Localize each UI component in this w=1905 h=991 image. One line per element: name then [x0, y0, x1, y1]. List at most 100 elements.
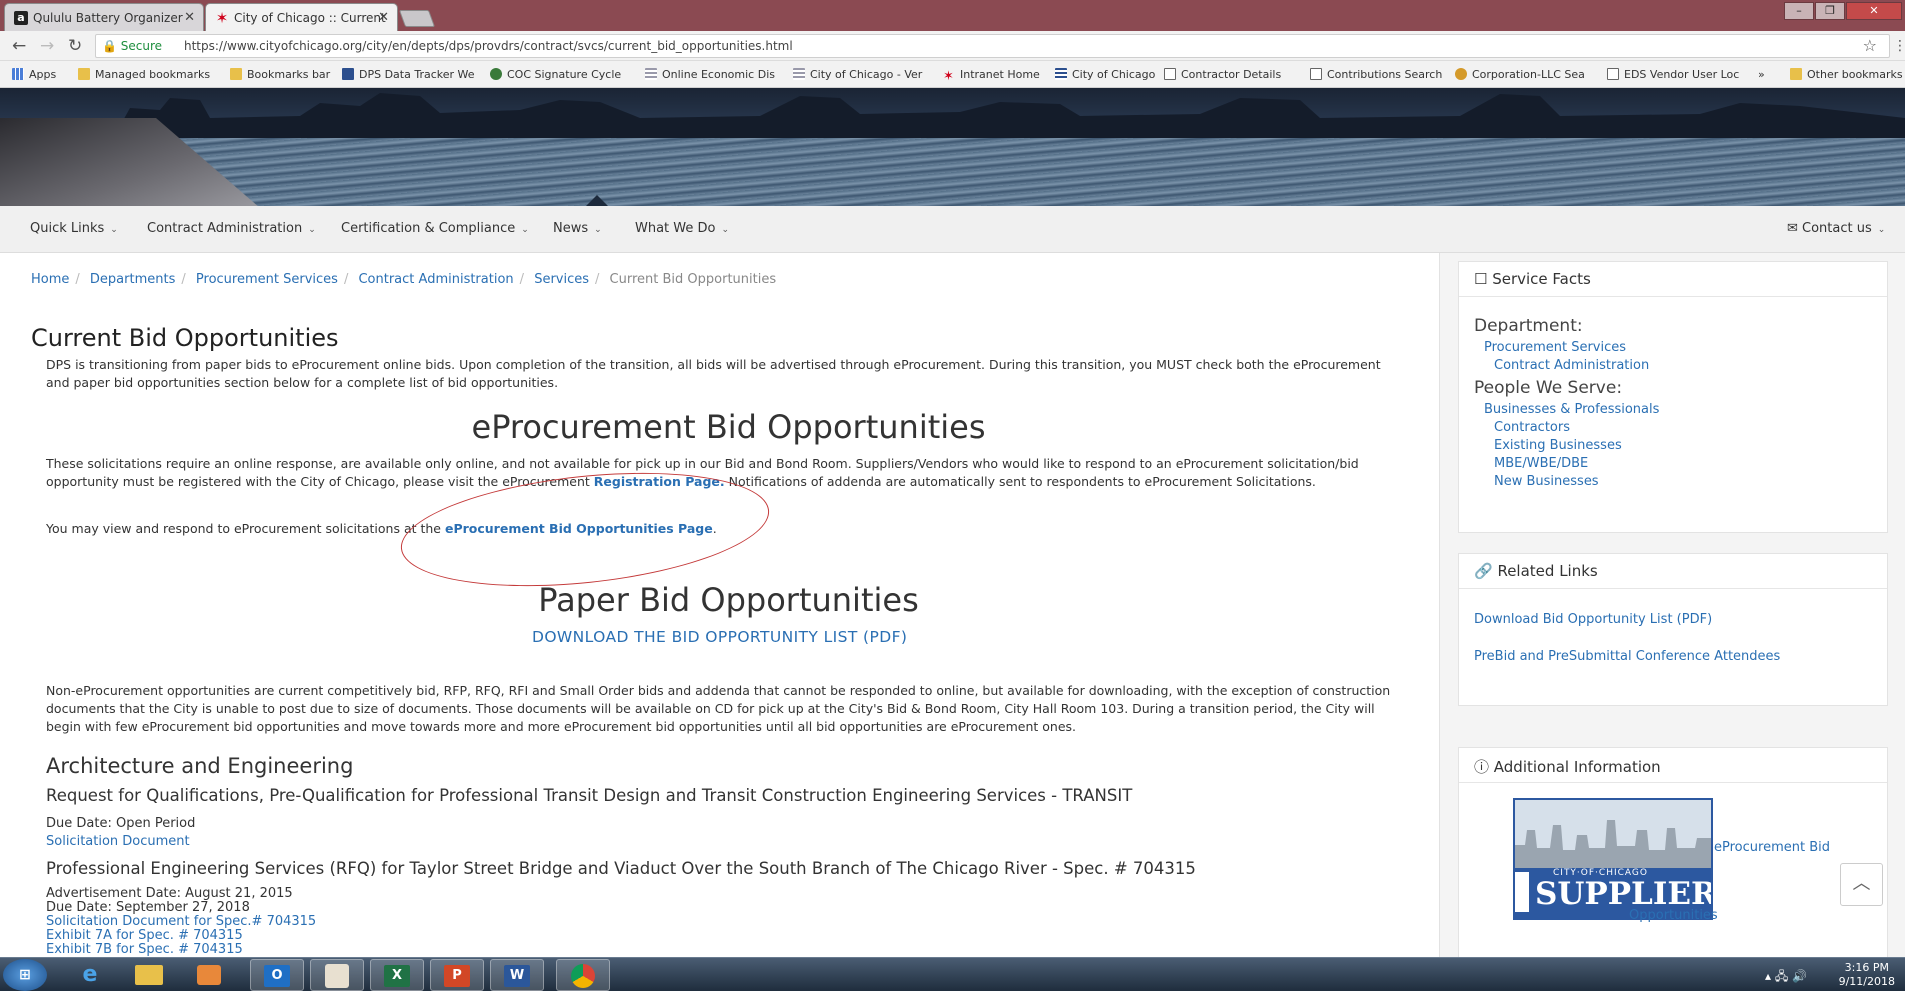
nav-what-we-do[interactable]: What We Do ⌄ [635, 221, 729, 236]
back-arrow-icon[interactable]: ← [12, 36, 26, 56]
opportunities-sidebar-link[interactable]: Opportunities [1629, 908, 1718, 923]
nav-certification-compliance[interactable]: Certification & Compliance ⌄ [341, 221, 529, 236]
nav-news[interactable]: News ⌄ [553, 221, 602, 236]
dept-link-contract-admin[interactable]: Contract Administration [1494, 358, 1649, 373]
windows-taskbar: ⊞ e O X P W ▴ 🖧 🔊 3:16 PM 9/11/2018 [0, 957, 1905, 991]
forward-arrow-icon[interactable]: → [40, 36, 54, 56]
breadcrumb-current: Current Bid Opportunities [609, 272, 777, 287]
breadcrumb-services[interactable]: Services [534, 272, 589, 287]
people-link-businesses[interactable]: Businesses & Professionals [1484, 402, 1659, 417]
breadcrumb-departments[interactable]: Departments [90, 272, 175, 287]
tray-icons[interactable]: ▴ 🖧 🔊 [1765, 967, 1807, 988]
bookmark-corporation[interactable]: Corporation-LLC Sea [1455, 68, 1585, 81]
taskbar-chrome[interactable] [556, 959, 610, 991]
outlook-icon: O [264, 965, 290, 987]
eprocurement-bid-sidebar-link[interactable]: eProcurement Bid [1714, 840, 1830, 855]
breadcrumb-procurement[interactable]: Procurement Services [196, 272, 338, 287]
sidebar: ☐ Service Facts Department: Procurement … [1440, 253, 1905, 962]
breadcrumb-home[interactable]: Home [31, 272, 69, 287]
taskbar-ie[interactable]: e [63, 959, 117, 991]
dept-link-procurement[interactable]: Procurement Services [1484, 340, 1626, 355]
lake-water [0, 138, 1905, 206]
related-link-download-pdf[interactable]: Download Bid Opportunity List (PDF) [1474, 612, 1712, 627]
bookmark-other[interactable]: Other bookmarks [1790, 68, 1903, 81]
close-tab-icon[interactable]: ✕ [184, 10, 195, 25]
bookmark-online-economic[interactable]: Online Economic Dis [645, 68, 775, 81]
item-taylor-solicitation-link[interactable]: Solicitation Document for Spec.# 704315 [46, 915, 316, 929]
url-text[interactable]: https://www.cityofchicago.org/city/en/de… [184, 35, 793, 57]
chevron-down-icon: ⌄ [110, 225, 118, 235]
word-icon: W [504, 965, 530, 987]
item-taylor-exhibit-7b-link[interactable]: Exhibit 7B for Spec. # 704315 [46, 943, 243, 957]
start-button[interactable]: ⊞ [3, 959, 47, 991]
bookmarks-bar: Apps Managed bookmarks Bookmarks bar DPS… [0, 61, 1905, 88]
nav-contact-us[interactable]: ✉ Contact us ⌄ [1787, 221, 1885, 236]
back-to-top-button[interactable]: ︿ [1840, 863, 1883, 906]
bookmark-overflow[interactable]: » [1758, 68, 1765, 81]
city-icon [1055, 68, 1067, 80]
internet-explorer-icon: e [82, 962, 98, 987]
people-link-contractors[interactable]: Contractors [1494, 420, 1570, 435]
close-window-button[interactable]: ✕ [1846, 2, 1902, 20]
people-label: People We Serve: [1474, 378, 1623, 398]
bookmark-managed[interactable]: Managed bookmarks [78, 68, 210, 81]
bookmark-star-icon[interactable]: ☆ [1863, 35, 1877, 57]
apps-grid-icon [12, 68, 24, 80]
taskbar-powerpoint[interactable]: P [430, 959, 484, 991]
registration-page-link[interactable]: Registration Page. [594, 474, 725, 489]
taskbar-clock[interactable]: 3:16 PM 9/11/2018 [1839, 961, 1895, 989]
bookmark-intranet[interactable]: ✶ Intranet Home [943, 68, 1040, 83]
bookmark-coc[interactable]: COC Signature Cycle [490, 68, 621, 81]
close-tab-icon[interactable]: ✕ [378, 10, 389, 25]
nav-contract-administration[interactable]: Contract Administration ⌄ [147, 221, 316, 236]
chevron-down-icon: ⌄ [521, 225, 529, 235]
bookmark-eds[interactable]: EDS Vendor User Loc [1607, 68, 1739, 81]
item-taylor-exhibit-7a-link[interactable]: Exhibit 7A for Spec. # 704315 [46, 929, 243, 943]
page-title: Current Bid Opportunities [31, 324, 339, 352]
section-architecture-engineering: Architecture and Engineering [46, 754, 354, 778]
bookmark-contributions[interactable]: Contributions Search [1310, 68, 1442, 81]
taskbar-explorer[interactable] [122, 959, 176, 991]
people-link-new[interactable]: New Businesses [1494, 474, 1599, 489]
breadcrumb: Home / Departments / Procurement Services /… [31, 272, 777, 287]
bookmark-city[interactable]: City of Chicago [1055, 68, 1155, 81]
address-bar-row: ← → ↻ 🔒 Secure https://www.cityofchicago… [0, 31, 1905, 61]
additional-info-card: ⓘ Additional Information CITY·OF·CHICAGO… [1458, 747, 1888, 962]
maximize-button[interactable]: ❐ [1815, 2, 1845, 20]
url-omnibox[interactable]: 🔒 Secure https://www.cityofchicago.org/c… [95, 34, 1890, 58]
bookmark-apps[interactable]: Apps [12, 68, 56, 81]
page-icon [1164, 68, 1176, 80]
bookmark-bar-folder[interactable]: Bookmarks bar [230, 68, 330, 81]
bookmark-dps[interactable]: DPS Data Tracker We [342, 68, 475, 81]
taskbar-media[interactable] [182, 959, 236, 991]
minimize-button[interactable]: – [1784, 2, 1814, 20]
tab-qululu[interactable]: a Qululu Battery Organizer ✕ [4, 3, 204, 31]
eprocurement-heading: eProcurement Bid Opportunities [471, 408, 986, 446]
taskbar-excel[interactable]: X [370, 959, 424, 991]
city-supplier-logo[interactable]: CITY·OF·CHICAGO SUPPLIER [1513, 798, 1713, 920]
eprocurement-view-paragraph: You may view and respond to eProcurement… [46, 521, 717, 536]
eprocurement-bid-opportunities-link[interactable]: eProcurement Bid Opportunities Page [445, 521, 713, 536]
new-tab-button[interactable] [398, 10, 436, 27]
item-transit-solicitation-link[interactable]: Solicitation Document [46, 834, 190, 849]
taskbar-word[interactable]: W [490, 959, 544, 991]
info-icon: ⓘ [1474, 758, 1494, 776]
bookmark-contractor[interactable]: Contractor Details [1164, 68, 1281, 81]
page-lines-icon [793, 68, 805, 80]
breadcrumb-contract-admin[interactable]: Contract Administration [358, 272, 513, 287]
people-link-existing[interactable]: Existing Businesses [1494, 438, 1622, 453]
menu-kebab-icon[interactable]: ⋮ [1893, 36, 1905, 56]
taskbar-java[interactable] [310, 959, 364, 991]
related-link-prebid[interactable]: PreBid and PreSubmittal Conference Atten… [1474, 649, 1780, 664]
bookmark-city-ver[interactable]: City of Chicago - Ver [793, 68, 922, 81]
eprocurement-paragraph: These solicitations require an online re… [46, 456, 1359, 489]
nav-quick-links[interactable]: Quick Links ⌄ [30, 221, 118, 236]
item-transit-due: Due Date: Open Period [46, 816, 196, 831]
tab-city-of-chicago[interactable]: ✶ City of Chicago :: Current ✕ [205, 3, 398, 31]
people-link-mbe[interactable]: MBE/WBE/DBE [1494, 456, 1588, 471]
reload-icon[interactable]: ↻ [68, 36, 82, 56]
folder-icon [1790, 68, 1802, 80]
download-bid-list-link[interactable]: DOWNLOAD THE BID OPPORTUNITY LIST (PDF) [532, 628, 907, 646]
taskbar-outlook[interactable]: O [250, 959, 304, 991]
main-navigation: Quick Links ⌄ Contract Administration ⌄ Ce… [0, 206, 1905, 253]
